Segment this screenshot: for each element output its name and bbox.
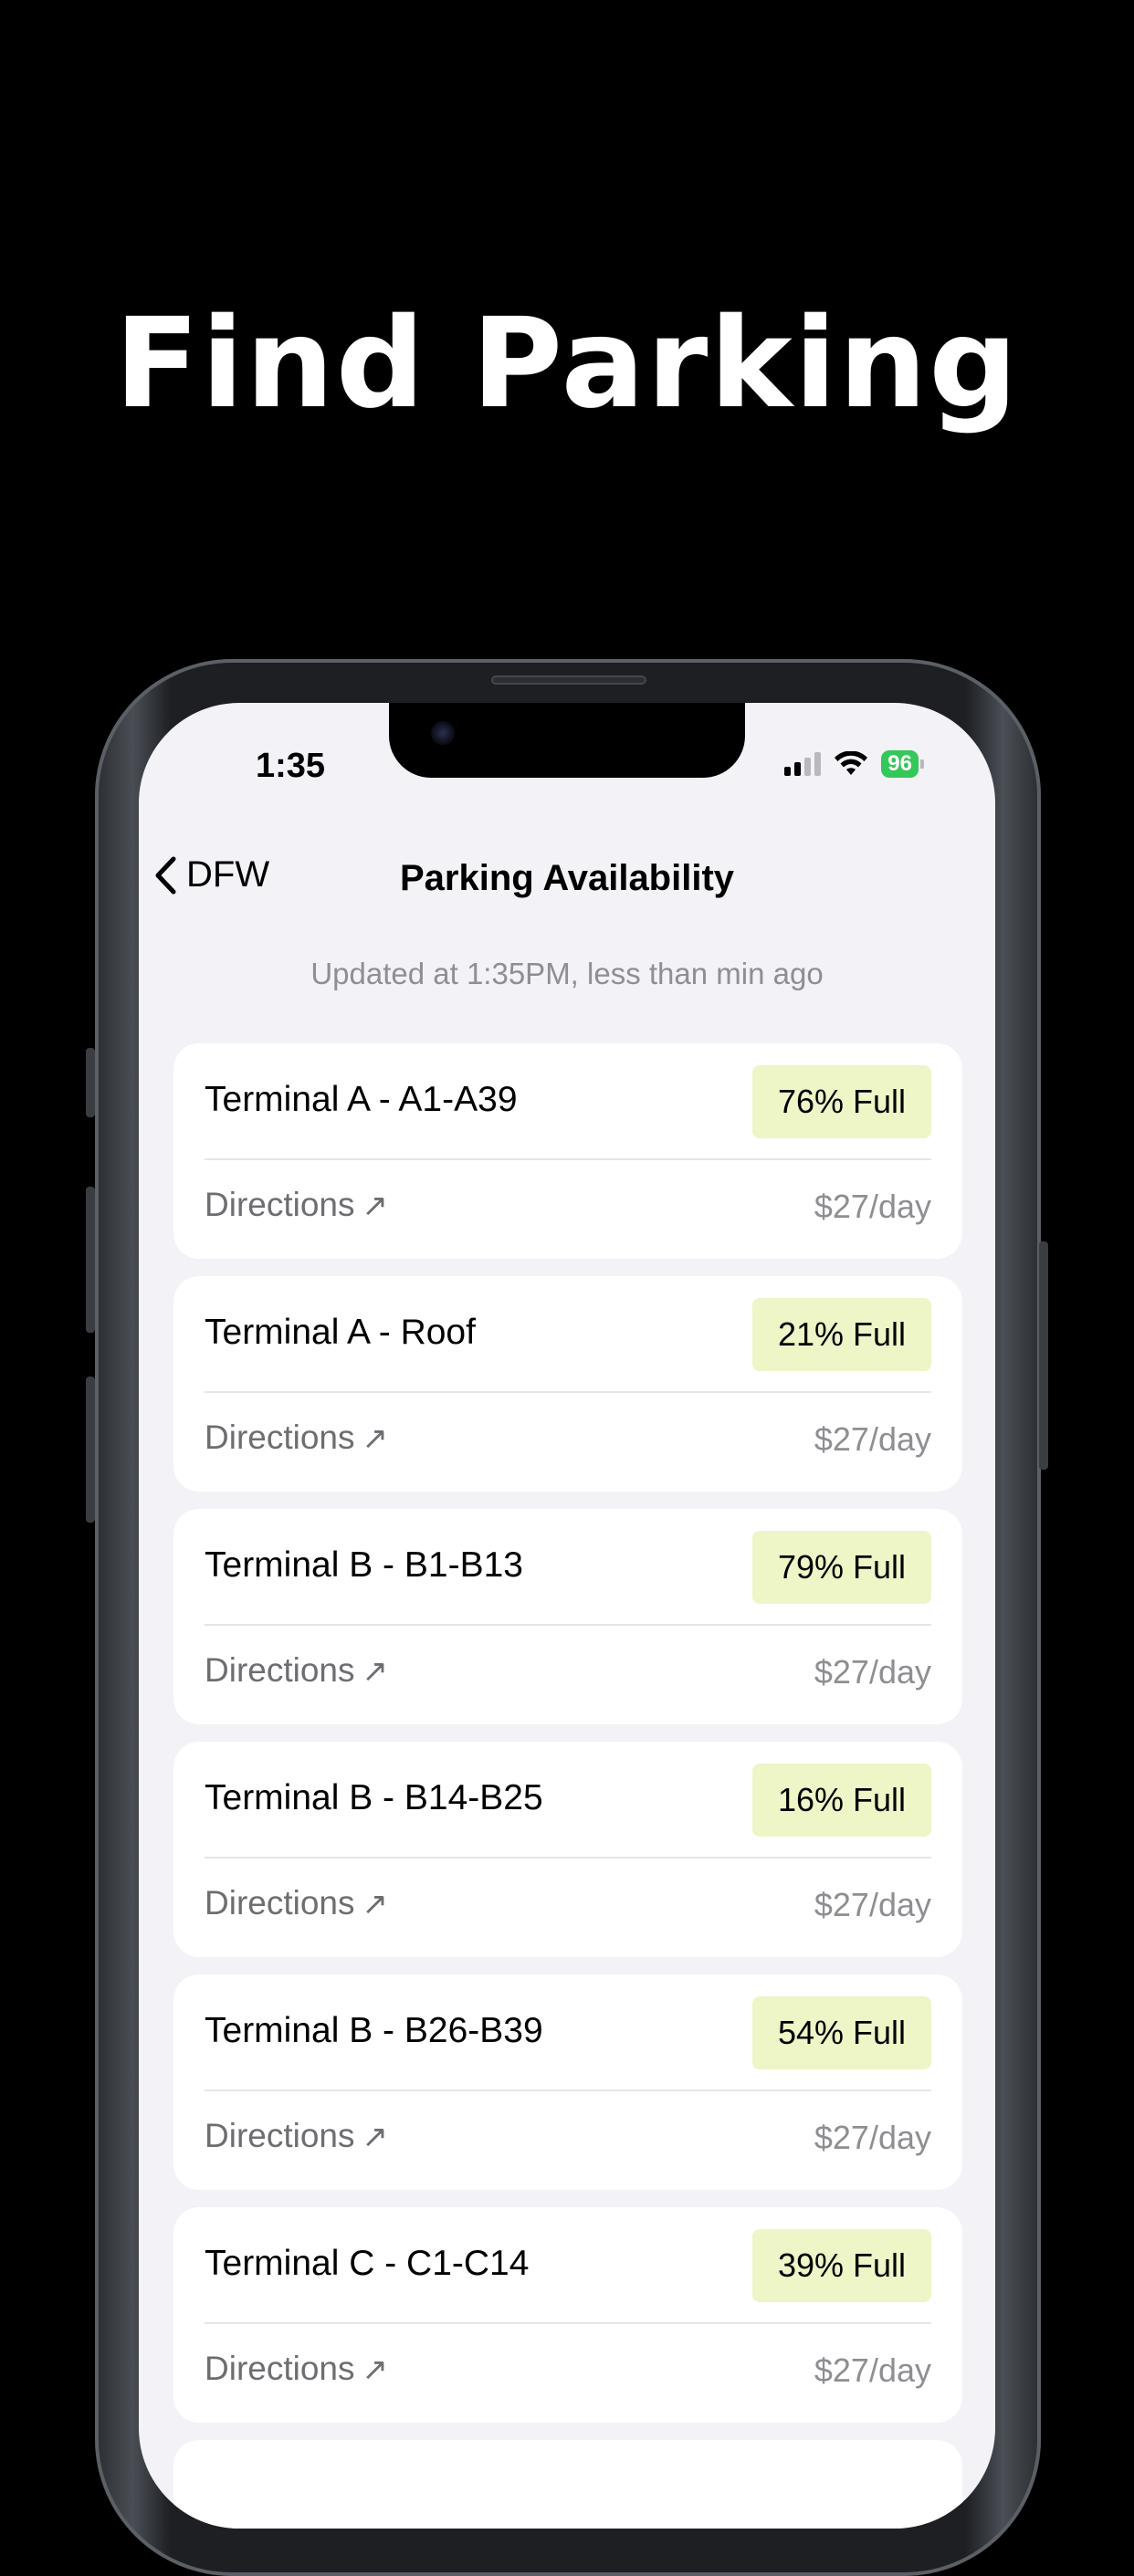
status-time: 1:35 xyxy=(256,747,326,785)
directions-label: Directions xyxy=(205,1419,355,1456)
lot-price: $27/day xyxy=(814,2351,931,2389)
headline: Find Parking xyxy=(114,292,1020,436)
parking-lot-card: Terminal A - Roof 21% Full Directions ↗ $… xyxy=(173,1276,962,1492)
directions-link[interactable]: Directions ↗ xyxy=(205,2350,388,2388)
lot-name: Terminal A - Roof xyxy=(205,1313,476,1352)
lot-price: $27/day xyxy=(814,1653,931,1691)
lot-name: Terminal B - B14-B25 xyxy=(205,1778,543,1817)
phone-screen: 1:35 96 DFW Parking Availability Updated… xyxy=(139,703,995,2529)
directions-link[interactable]: Directions ↗ xyxy=(205,1186,388,1224)
directions-label: Directions xyxy=(205,1186,355,1223)
updated-timestamp: Updated at 1:35PM, less than min ago xyxy=(310,957,824,990)
occupancy-badge: 76% Full xyxy=(751,1065,931,1138)
silent-switch xyxy=(86,1048,95,1117)
parking-lot-card: Terminal A - A1-A39 76% Full Directions ↗… xyxy=(173,1043,962,1259)
occupancy-badge: 79% Full xyxy=(751,1531,931,1604)
lot-name: Terminal B - B1-B13 xyxy=(205,1545,523,1585)
arrow-up-right-icon: ↗ xyxy=(362,2120,389,2154)
directions-link[interactable]: Directions ↗ xyxy=(205,1884,388,1922)
parking-lot-card: Terminal C - C1-C14 39% Full Directions ↗… xyxy=(173,2207,962,2423)
lot-price: $27/day xyxy=(814,1188,931,1225)
parking-lot-list: Terminal A - A1-A39 76% Full Directions ↗… xyxy=(173,1043,962,2529)
lot-name: Terminal C - C1-C14 xyxy=(205,2244,530,2283)
arrow-up-right-icon: ↗ xyxy=(362,1421,389,1456)
arrow-up-right-icon: ↗ xyxy=(362,1887,389,1922)
cellular-signal-icon xyxy=(784,752,822,776)
occupancy-badge: 16% Full xyxy=(751,1764,931,1837)
parking-lot-card: Terminal B - B1-B13 79% Full Directions ↗… xyxy=(173,1509,962,1724)
page-title: Parking Availability xyxy=(399,858,735,898)
directions-label: Directions xyxy=(205,1884,355,1922)
parking-lot-card: Terminal B - B14-B25 16% Full Directions… xyxy=(173,1742,962,1957)
directions-label: Directions xyxy=(205,2350,355,2387)
wifi-icon xyxy=(835,751,868,775)
status-icons: 96 xyxy=(784,750,924,778)
earpiece-speaker xyxy=(491,675,646,685)
arrow-up-right-icon: ↗ xyxy=(362,2352,389,2387)
lot-price: $27/day xyxy=(814,1886,931,1923)
parking-lot-card: Terminal B - B26-B39 54% Full Directions… xyxy=(173,1974,962,2190)
lot-price: $27/day xyxy=(814,2119,931,2156)
battery-level: 96 xyxy=(881,750,919,778)
occupancy-badge: 54% Full xyxy=(751,1996,931,2069)
volume-up-button xyxy=(86,1187,95,1333)
arrow-up-right-icon: ↗ xyxy=(362,1654,389,1689)
directions-link[interactable]: Directions ↗ xyxy=(205,1651,388,1690)
occupancy-badge: 21% Full xyxy=(751,1298,931,1371)
power-button xyxy=(1039,1241,1048,1470)
battery-icon: 96 xyxy=(881,750,924,778)
directions-link[interactable]: Directions ↗ xyxy=(205,1419,388,1457)
directions-link[interactable]: Directions ↗ xyxy=(205,2117,388,2155)
lot-name: Terminal A - A1-A39 xyxy=(205,1080,518,1119)
arrow-up-right-icon: ↗ xyxy=(362,1189,389,1223)
lot-name: Terminal B - B26-B39 xyxy=(205,2011,543,2050)
front-camera xyxy=(431,721,455,745)
occupancy-badge: 39% Full xyxy=(751,2229,931,2302)
directions-label: Directions xyxy=(205,2117,355,2154)
volume-down-button xyxy=(86,1377,95,1523)
navigation-bar: DFW Parking Availability xyxy=(139,840,995,913)
directions-label: Directions xyxy=(205,1651,355,1689)
lot-price: $27/day xyxy=(814,1420,931,1458)
